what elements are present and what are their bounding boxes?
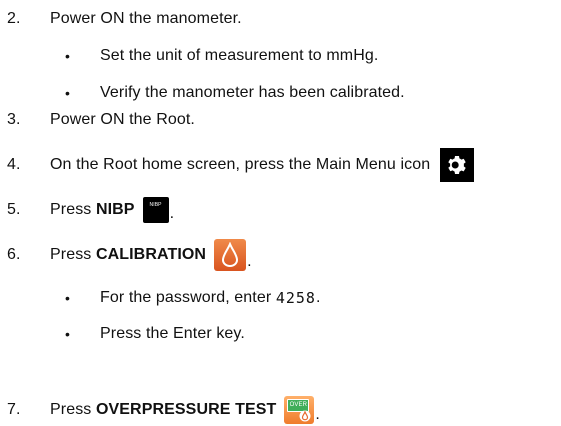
step-number: 3. xyxy=(7,111,21,128)
step-number: 2. xyxy=(7,10,21,27)
bullet-icon: • xyxy=(65,326,71,342)
overpressure-test-label: OVERPRESSURE TEST xyxy=(95,401,277,418)
step-number: 6. xyxy=(7,246,21,263)
step-suffix: . xyxy=(247,253,252,270)
step-suffix: . xyxy=(315,406,320,423)
overpressure-test-icon: OVER xyxy=(284,396,315,424)
bullet-icon: • xyxy=(65,290,71,306)
step-text: Power ON the manometer. xyxy=(50,10,242,27)
step-text-wrap: On the Root home screen, press the Main … xyxy=(50,148,475,182)
bullet-icon: • xyxy=(65,48,71,64)
step-prefix: Press xyxy=(50,246,96,263)
nibp-label: NIBP xyxy=(95,201,135,218)
step-prefix: Press xyxy=(50,401,96,418)
nibp-icon: NIBP xyxy=(142,197,169,223)
step-text-wrap: Press CALIBRATION . xyxy=(50,239,252,271)
step-text-wrap: Press NIBP NIBP . xyxy=(50,197,174,223)
substep-text: Verify the manometer has been calibrated… xyxy=(100,84,405,101)
step-suffix: . xyxy=(169,205,175,222)
calibration-label: CALIBRATION xyxy=(95,246,207,263)
password-code: 4258 xyxy=(275,289,316,307)
nibp-icon-text: NIBP xyxy=(149,202,162,208)
substep-text-wrap: For the password, enter 4258 . xyxy=(100,289,321,307)
gear-icon xyxy=(440,148,475,182)
procedure-document: 2. Power ON the manometer. • Set the uni… xyxy=(0,0,561,426)
substep-suffix: . xyxy=(315,289,321,306)
bullet-icon: • xyxy=(65,85,71,101)
drop-icon xyxy=(299,410,311,422)
step-prefix: Press xyxy=(50,201,96,218)
step-text: On the Root home screen, press the Main … xyxy=(50,156,431,173)
step-number: 7. xyxy=(7,401,21,418)
step-text: Power ON the Root. xyxy=(50,111,195,128)
step-number: 5. xyxy=(7,201,21,218)
substep-prefix: For the password, enter xyxy=(100,289,276,306)
step-text-wrap: Press OVERPRESSURE TEST OVER . xyxy=(50,396,320,424)
calibration-icon xyxy=(214,239,247,271)
substep-text: Press the Enter key. xyxy=(100,325,245,342)
substep-text: Set the unit of measurement to mmHg. xyxy=(100,47,379,64)
step-number: 4. xyxy=(7,156,21,173)
